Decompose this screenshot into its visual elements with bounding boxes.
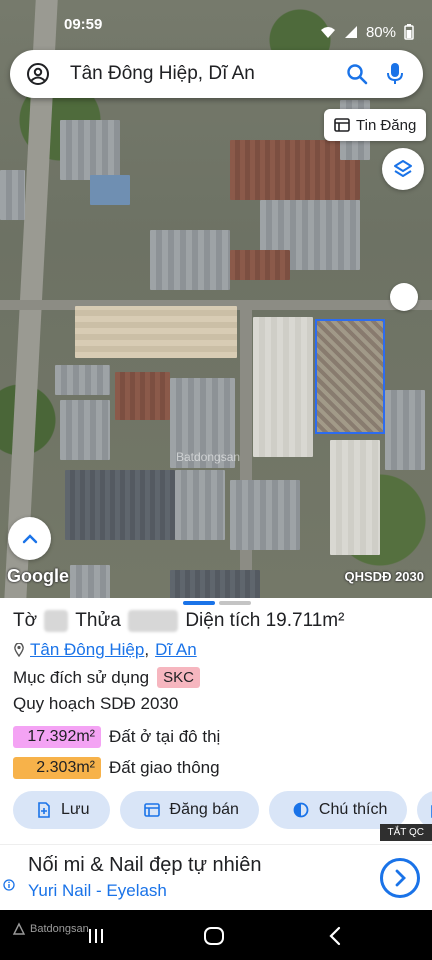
search-icon[interactable]	[343, 60, 371, 88]
wifi-icon	[320, 27, 335, 38]
battery-level: 80%	[365, 23, 396, 41]
map-building	[170, 570, 260, 600]
search-input[interactable]: Tân Đông Hiệp, Dĩ An	[70, 63, 343, 85]
planning-type-label: Đất giao thông	[109, 758, 220, 777]
land-use-row: Mục đích sử dụng SKC	[13, 667, 200, 688]
layers-icon	[394, 160, 412, 177]
back-button[interactable]	[323, 924, 347, 948]
battery-icon	[404, 24, 414, 40]
planning-area-badge: 2.303m²	[13, 757, 101, 779]
save-icon	[38, 802, 50, 818]
map-road	[240, 300, 252, 600]
ward-link[interactable]: Tân Đông Hiệp	[30, 640, 144, 660]
area-label: Diện tích	[185, 610, 261, 631]
page-indicator-active	[183, 601, 215, 605]
map-building	[75, 306, 237, 358]
location-row: Tân Đông Hiệp, Dĩ An	[14, 640, 197, 660]
map-building	[60, 120, 120, 180]
map-building	[70, 565, 110, 600]
status-bar: 09:59 80%	[0, 0, 432, 48]
planning-title: Quy hoạch SDĐ 2030	[13, 694, 179, 713]
map-building	[90, 175, 130, 205]
back-icon	[329, 926, 341, 946]
legend-button-label: Chú thích	[318, 801, 388, 818]
ad-open-button[interactable]	[380, 858, 420, 898]
post-for-sale-label: Đăng bán	[169, 801, 239, 818]
map-building	[60, 400, 110, 460]
ad-title: Nối mi & Nail đẹp tự nhiên	[28, 854, 262, 876]
legend-icon	[293, 802, 309, 818]
save-button-label: Lưu	[61, 801, 90, 818]
opacity-slider-handle[interactable]	[390, 283, 418, 311]
map-building	[65, 470, 175, 540]
city-link[interactable]: Dĩ An	[155, 640, 197, 660]
action-buttons: Lưu Đăng bán Chú thích	[13, 791, 432, 829]
microphone-icon[interactable]	[381, 60, 409, 88]
location-pin-icon	[14, 643, 24, 657]
sheet-number-label: Tờ	[13, 610, 38, 631]
google-logo: Google	[7, 566, 69, 586]
land-use-label: Mục đích sử dụng	[13, 667, 150, 687]
signal-icon	[344, 26, 357, 38]
map-building	[150, 230, 230, 290]
planning-item: 2.303m² Đất giao thông	[13, 757, 220, 779]
recent-apps-button[interactable]	[84, 924, 108, 948]
logo-text: Batdongsan	[30, 923, 89, 935]
listing-icon	[334, 118, 350, 132]
post-for-sale-button[interactable]: Đăng bán	[119, 791, 259, 829]
sheet-page-indicator[interactable]	[183, 601, 251, 605]
page-indicator-inactive	[219, 601, 251, 605]
planning-type-label: Đất ở tại đô thị	[109, 727, 221, 746]
parcel-info-sheet: Tờ 00 Thửa 0000 Diện tích 19.711m² Tân Đ…	[0, 598, 432, 844]
hide-ads-button[interactable]: TẮT QC	[379, 824, 432, 841]
expand-sheet-button[interactable]	[8, 517, 51, 560]
search-bar[interactable]: Tân Đông Hiệp, Dĩ An	[10, 50, 423, 98]
screen: Batdongsan 09:59 80% Tân Đông Hiệp, Dĩ A…	[0, 0, 432, 960]
area-value: 19.711m²	[265, 610, 345, 631]
planning-layer-label: QHSDĐ 2030	[344, 569, 424, 584]
planning-item: 17.392m² Đất ở tại đô thị	[13, 726, 220, 748]
parcel-title: Tờ 00 Thửa 0000 Diện tích 19.711m²	[13, 610, 344, 632]
map-building	[330, 440, 380, 555]
chevron-right-icon	[395, 869, 406, 887]
status-time: 09:59	[64, 16, 103, 33]
ad-banner[interactable]: Nối mi & Nail đẹp tự nhiên Yuri Nail - E…	[0, 844, 432, 910]
selected-parcel-outline[interactable]	[315, 319, 385, 434]
account-icon[interactable]	[24, 60, 52, 88]
map-building	[175, 470, 225, 540]
batdongsan-logo: Batdongsan	[12, 922, 89, 936]
redacted-sheet-number: 00	[44, 610, 69, 632]
map-building	[253, 317, 313, 457]
map-building	[385, 390, 425, 470]
chevron-up-icon	[22, 533, 37, 543]
redacted-parcel-number: 0000	[128, 610, 179, 632]
map-building	[55, 365, 110, 395]
parcel-number-label: Thửa	[75, 610, 121, 631]
listings-button[interactable]: Tin Đăng	[324, 109, 427, 141]
map-building	[115, 372, 170, 420]
map-watermark: Batdongsan	[176, 450, 241, 464]
ad-subtitle: Yuri Nail - Eyelash	[28, 881, 167, 900]
home-button[interactable]	[202, 924, 226, 948]
info-icon[interactable]	[3, 879, 15, 891]
land-use-code-badge: SKC	[157, 667, 200, 688]
system-nav-bar: Batdongsan	[0, 910, 432, 960]
recent-apps-icon	[89, 929, 103, 943]
location-separator: ,	[144, 640, 150, 659]
planning-area-badge: 17.392m²	[13, 726, 101, 748]
layers-button[interactable]	[382, 148, 424, 190]
home-icon	[204, 927, 224, 945]
listings-button-label: Tin Đăng	[356, 116, 417, 134]
map-building	[0, 170, 25, 220]
listing-icon	[143, 803, 160, 817]
map-building	[230, 250, 290, 280]
map-building	[230, 480, 300, 550]
status-icons: 80%	[320, 16, 414, 48]
save-button[interactable]: Lưu	[13, 791, 110, 829]
